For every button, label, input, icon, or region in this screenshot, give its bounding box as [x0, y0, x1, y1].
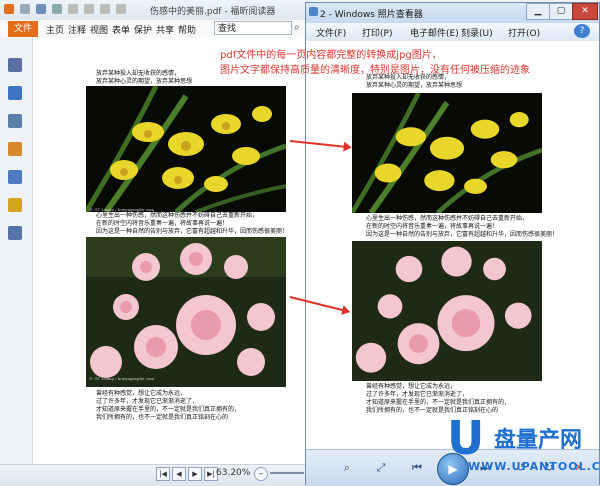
orchid-photo	[86, 86, 286, 212]
viewer-window-title: 2 - Windows 照片查看器	[320, 10, 423, 20]
security-lock-icon[interactable]	[8, 198, 22, 212]
viewer-roses-illustration	[352, 241, 542, 381]
viewer-image-area: 放弃某种投入却无收获的感情， 放弃某种心灵的期望，放弃某种思想 心里生出一种伤感…	[306, 41, 599, 449]
orchid-illustration	[86, 86, 286, 212]
menu-comment[interactable]: 注释	[68, 23, 86, 36]
page-text-line: 放弃某种心灵的期望，放弃某种思想	[96, 78, 193, 85]
viewer-orchid-illustration	[352, 93, 542, 213]
layers-icon[interactable]	[8, 114, 22, 128]
image-text-line: 才知道原来握在手里的，不一定就是我们真正拥有的，	[366, 399, 511, 406]
page-text-line: 在新的时空内将音乐重奏一遍，将故事再说一遍！	[96, 220, 229, 227]
open-icon[interactable]	[20, 4, 30, 14]
app-logo-icon	[4, 4, 14, 14]
viewer-menu-open[interactable]: 打开(O)	[508, 26, 540, 39]
close-button[interactable]: ✕	[572, 3, 598, 20]
first-page-button[interactable]: |◀	[156, 467, 170, 481]
pdf-page: 放弃某种投入却无收获的感情， 放弃某种心灵的期望，放弃某种思想 © GT Lon…	[33, 38, 318, 464]
reader-window-title: 伤感中的美丽.pdf - 福昕阅读器	[150, 7, 276, 17]
image-text-line: 因为这是一种自然的告别与放弃，它富有超越和升华，因而伤感很美丽！	[366, 231, 559, 238]
viewer-menu-burn[interactable]: 刻录(U)	[461, 26, 493, 39]
annotation-text: pdf文件中的每一页内容都完整的转换成jpg图片， 图片文字都保持高质量的清晰度…	[220, 48, 530, 78]
image-text-line: 心里生出一种伤感，然而这种伤感并不妨碍自己去重新开始，	[366, 215, 529, 222]
roses-photo	[86, 237, 286, 387]
watermark-logo-letter: U	[447, 411, 485, 465]
redo-icon[interactable]	[116, 4, 126, 14]
menu-protect[interactable]: 保护	[134, 23, 152, 36]
viewer-menu-email[interactable]: 电子邮件(E)	[410, 26, 459, 39]
save-icon[interactable]	[36, 4, 46, 14]
undo-icon[interactable]	[100, 4, 110, 14]
image-text-line: 曾经有种感觉，想让它成为永远，	[366, 383, 457, 390]
watermark-url: WWW.UPANTOOL.COM	[468, 460, 600, 473]
minimize-button[interactable]: ▁	[526, 3, 550, 20]
comments-icon[interactable]	[8, 142, 22, 156]
search-input[interactable]: 查找	[214, 21, 292, 35]
annotation-line: 图片文字都保持高质量的清晰度，特别是图片，没有任何被压缩的迹象	[220, 65, 530, 76]
menu-form[interactable]: 表单	[112, 23, 130, 36]
menu-help[interactable]: 帮助	[178, 23, 196, 36]
page-text-line: 放弃某种投入却无收获的感情，	[96, 70, 181, 77]
zoom-out-icon[interactable]: −	[254, 467, 268, 481]
pages-icon[interactable]	[8, 86, 22, 100]
prev-page-button[interactable]: ◀	[172, 467, 186, 481]
menu-home[interactable]: 主页	[46, 23, 64, 36]
zoom-level[interactable]: 63.20%	[216, 468, 250, 478]
attachment-icon[interactable]	[8, 170, 22, 184]
select-tool-icon[interactable]	[84, 4, 94, 14]
previous-image-icon[interactable]: ⏮	[408, 459, 426, 477]
annotation-line: pdf文件中的每一页内容都完整的转换成jpg图片，	[220, 50, 442, 61]
page-text-line: 才知道原来握在手里的，不一定就是我们真正拥有的，	[96, 406, 241, 413]
image-text-line: 过了许多年，才发现它已渐渐消逝了，	[366, 391, 469, 398]
page-text-line: 心里生出一种伤感，然而这种伤感并不妨碍自己去重新开始，	[96, 212, 259, 219]
viewer-menu-print[interactable]: 打印(P)	[362, 26, 392, 39]
zoom-icon[interactable]: ⌕	[338, 459, 356, 477]
viewer-menu-file[interactable]: 文件(F)	[316, 26, 346, 39]
menu-share[interactable]: 共享	[156, 23, 174, 36]
roses-illustration	[86, 237, 286, 387]
menu-view[interactable]: 视图	[90, 23, 108, 36]
image-text-line: 放弃某种心灵的期望，放弃某种思想	[366, 82, 463, 89]
signature-icon[interactable]	[8, 226, 22, 240]
viewer-app-icon	[309, 7, 318, 16]
reader-sidebar	[0, 38, 33, 464]
help-icon[interactable]: ?	[574, 24, 590, 38]
print-icon[interactable]	[52, 4, 62, 14]
bookmark-icon[interactable]	[8, 58, 22, 72]
page-text-line: 过了许多年，才发现它已渐渐消逝了，	[96, 398, 199, 405]
zoom-slider[interactable]	[270, 472, 304, 474]
photo-credit: © GT Lonny / bonyagraphe.com	[89, 376, 155, 381]
file-tab[interactable]: 文件	[8, 21, 38, 37]
page-text-line: 我们所拥有的，也不一定就是我们真正铭刻在心的	[96, 414, 229, 421]
maximize-button[interactable]: ▢	[549, 3, 573, 20]
hand-tool-icon[interactable]	[68, 4, 78, 14]
page-text-line: 因为这是一种自然的告别与放弃，它富有超越和升华，因而伤感很美丽！	[96, 228, 289, 235]
watermark-brand: 盘量产网	[494, 428, 583, 453]
next-page-button[interactable]: ▶	[188, 467, 202, 481]
actual-size-icon[interactable]: ⤢	[372, 459, 390, 477]
image-text-line: 在新的时空内将音乐重奏一遍，将故事再说一遍！	[366, 223, 499, 230]
viewer-orchid-photo	[352, 93, 542, 213]
viewer-roses-photo	[352, 241, 542, 381]
page-text-line: 曾经有种感觉，想让它成为永远，	[96, 390, 187, 397]
